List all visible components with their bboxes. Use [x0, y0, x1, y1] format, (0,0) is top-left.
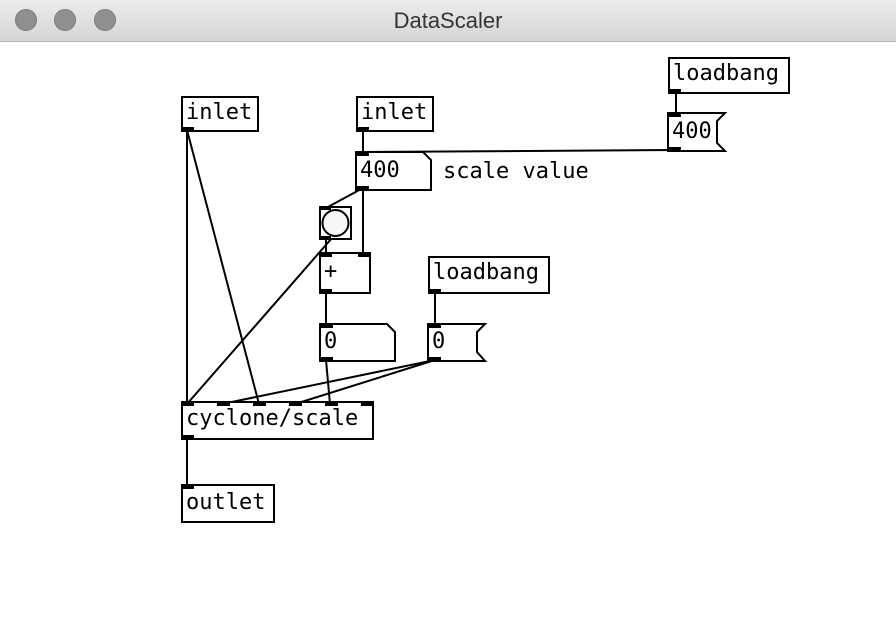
inlet-port-1[interactable] — [181, 401, 194, 406]
outlet-port[interactable] — [428, 289, 441, 294]
number-box-value: 0 — [324, 329, 338, 354]
bang-object[interactable] — [319, 206, 353, 242]
inlet-port-3[interactable] — [253, 401, 266, 406]
object-label: cyclone/scale — [186, 406, 359, 431]
plus-object[interactable]: + — [319, 252, 371, 294]
outlet-port[interactable] — [356, 127, 369, 132]
outlet-port[interactable] — [181, 435, 194, 440]
left-inlet-port[interactable] — [319, 252, 332, 257]
outlet-port[interactable] — [319, 289, 332, 294]
outlet-object[interactable]: outlet — [181, 484, 275, 523]
inlet-object-left[interactable]: inlet — [181, 96, 259, 132]
inlet-port-4[interactable] — [289, 401, 302, 406]
object-label: + — [324, 259, 338, 284]
connection — [294, 359, 436, 405]
object-label: loadbang — [433, 260, 539, 285]
number-box-value: 400 — [360, 158, 400, 183]
object-label: outlet — [186, 490, 266, 515]
cyclone-scale-object[interactable]: cyclone/scale — [181, 401, 374, 440]
outlet-port[interactable] — [181, 127, 194, 132]
connection — [186, 237, 333, 405]
right-inlet-port[interactable] — [358, 252, 371, 257]
title-bar: DataScaler — [0, 0, 896, 42]
outlet-port[interactable] — [668, 89, 681, 94]
inlet-port-5[interactable] — [325, 401, 338, 406]
object-label: loadbang — [673, 61, 779, 86]
patch-canvas[interactable]: inlet inlet loadbang 400 400 scale value… — [0, 42, 896, 640]
loadbang-object-top[interactable]: loadbang — [668, 57, 790, 94]
object-label: inlet — [361, 100, 428, 125]
message-box-label: 0 — [432, 329, 446, 354]
loadbang-object-mid[interactable]: loadbang — [428, 256, 550, 294]
comment-scale-value: scale value — [443, 159, 589, 184]
inlet-object-right[interactable]: inlet — [356, 96, 434, 132]
object-label: inlet — [186, 100, 253, 125]
message-box-label: 400 — [672, 119, 712, 144]
inlet-port-6[interactable] — [361, 401, 374, 406]
inlet-port-2[interactable] — [217, 401, 230, 406]
window-title: DataScaler — [393, 8, 503, 33]
inlet-port[interactable] — [181, 484, 194, 489]
